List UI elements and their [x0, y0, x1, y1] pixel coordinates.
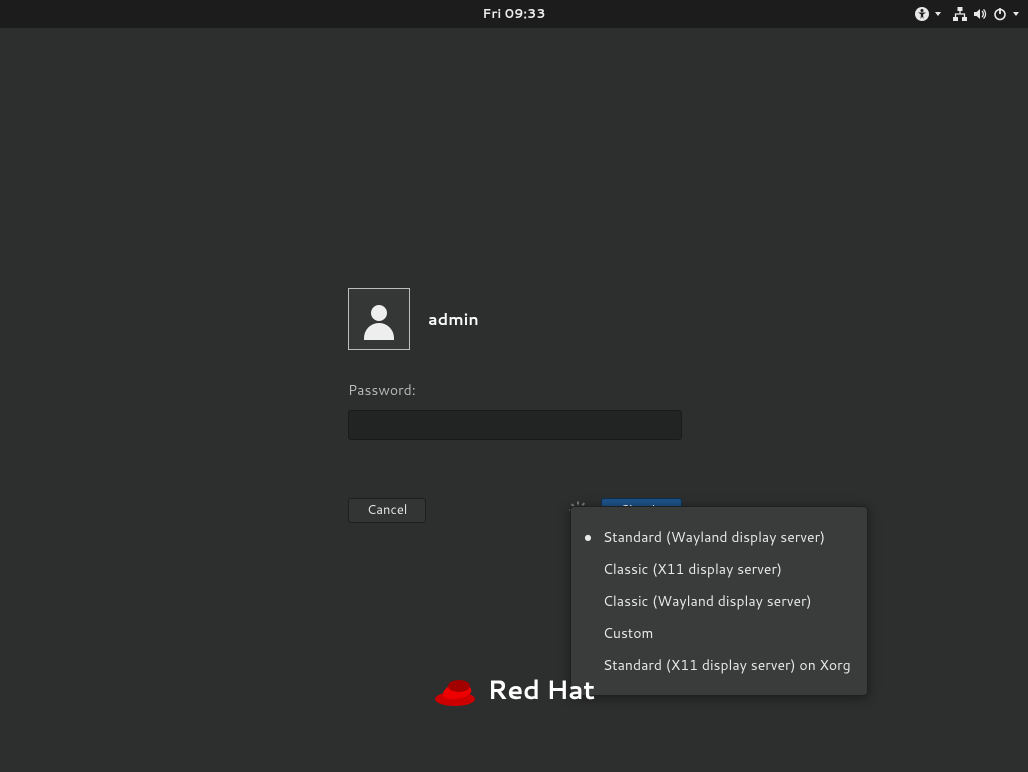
session-option-custom[interactable]: Custom [571, 617, 867, 649]
password-label: Password: [348, 380, 682, 400]
session-option-label: Classic (Wayland display server) [603, 591, 812, 611]
accessibility-menu-button[interactable] [914, 6, 942, 22]
session-option-label: Custom [603, 623, 653, 643]
top-bar: Fri 09:33 [0, 0, 1028, 28]
redhat-fedora-icon [433, 673, 477, 707]
branding-logo: Red Hat [0, 672, 1028, 708]
login-panel: admin Password: Cancel [348, 288, 682, 524]
session-option-standard-wayland[interactable]: ● Standard (Wayland display server) [571, 521, 867, 553]
username-label: admin [428, 308, 479, 331]
session-menu: ● Standard (Wayland display server) Clas… [570, 506, 868, 696]
avatar [348, 288, 410, 350]
session-option-classic-x11[interactable]: Classic (X11 display server) [571, 553, 867, 585]
chevron-down-icon [1012, 10, 1020, 18]
power-icon [992, 6, 1008, 22]
user-row: admin [348, 288, 682, 350]
top-bar-right [914, 0, 1020, 28]
branding-text: Red Hat [487, 672, 594, 708]
password-input[interactable] [348, 410, 682, 440]
network-wired-icon [952, 6, 968, 22]
volume-icon [972, 6, 988, 22]
session-option-label: Standard (Wayland display server) [603, 527, 825, 547]
person-icon [358, 298, 400, 340]
session-option-classic-wayland[interactable]: Classic (Wayland display server) [571, 585, 867, 617]
chevron-down-icon [934, 10, 942, 18]
system-status-area[interactable] [952, 6, 1020, 22]
accessibility-icon [914, 6, 930, 22]
cancel-button[interactable]: Cancel [348, 498, 426, 523]
clock-label[interactable]: Fri 09:33 [482, 5, 545, 23]
bullet-icon: ● [583, 531, 593, 543]
session-option-label: Classic (X11 display server) [603, 559, 782, 579]
